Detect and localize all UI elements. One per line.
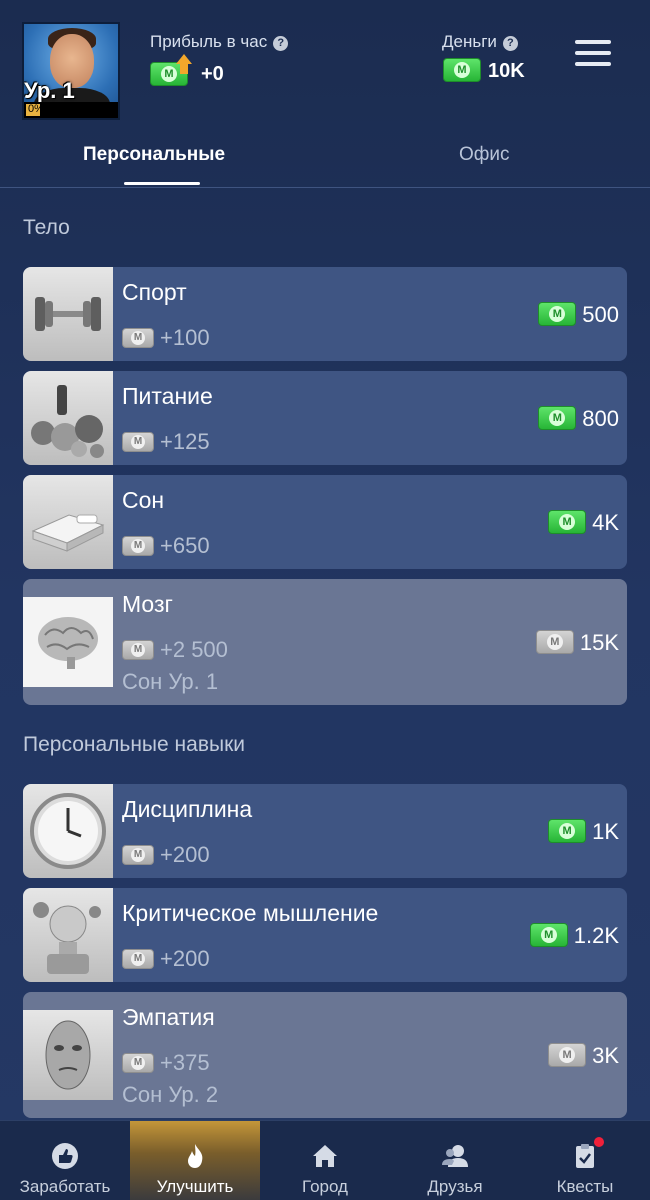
nav-label: Заработать xyxy=(19,1177,111,1196)
home-icon xyxy=(313,1145,337,1167)
header: Ур. 1 0% Прибыль в час? +0 Деньги? 10K xyxy=(0,0,650,130)
card-title: Сон xyxy=(122,487,165,513)
card-title: Мозг xyxy=(122,591,173,617)
card-price: 3K xyxy=(548,1043,619,1069)
card-title: Питание xyxy=(122,383,213,409)
tab-office[interactable]: Офис xyxy=(459,144,510,166)
clock-icon xyxy=(23,784,113,878)
profit-per-hour-label: Прибыль в час? xyxy=(150,32,289,52)
card-profit: +200 xyxy=(122,946,210,972)
bed-icon xyxy=(23,475,113,569)
nav-label: Город xyxy=(302,1177,348,1196)
card-title: Дисциплина xyxy=(122,796,253,822)
card-profit: +2 500 xyxy=(122,637,228,663)
upgrade-card-discipline[interactable]: Дисциплина +200 1K xyxy=(23,784,627,878)
upgrade-card-critical-thinking[interactable]: Критическое мышление +200 1.2K xyxy=(23,888,627,982)
section-title-body: Тело xyxy=(23,216,70,239)
nav-label: Друзья xyxy=(427,1177,483,1196)
card-price: 4K xyxy=(548,510,619,536)
card-price: 800 xyxy=(538,406,619,432)
tab-active-indicator xyxy=(124,182,200,185)
brain-icon xyxy=(23,597,113,687)
money-value: 10K xyxy=(488,60,525,82)
card-requirement: Сон Ур. 2 xyxy=(122,1082,219,1107)
card-profit: +375 xyxy=(122,1050,210,1076)
thinker-icon xyxy=(23,888,113,982)
nav-earn[interactable]: Заработать xyxy=(0,1121,130,1200)
upgrade-card-brain[interactable]: Мозг +2 500 Сон Ур. 1 15K xyxy=(23,579,627,705)
upgrade-card-empathy[interactable]: Эмпатия +375 Сон Ур. 2 3K xyxy=(23,992,627,1118)
nav-upgrade[interactable]: Улучшить xyxy=(130,1121,260,1200)
money-label: Деньги? xyxy=(442,32,518,52)
xp-progress-bar: 0% xyxy=(24,102,118,118)
tab-bar: Персональные Офис xyxy=(0,130,650,188)
mask-icon xyxy=(23,1010,113,1100)
thumbs-up-icon xyxy=(52,1143,78,1169)
money-icon xyxy=(443,58,481,82)
nav-friends[interactable]: Друзья xyxy=(390,1121,520,1200)
friends-icon xyxy=(442,1145,468,1167)
card-price: 1.2K xyxy=(529,923,619,949)
card-profit: +650 xyxy=(122,533,210,559)
upgrade-card-sleep[interactable]: Сон +650 4K xyxy=(23,475,627,569)
bottom-nav: Заработать Улучшить Город Друзья Квесты xyxy=(0,1120,650,1200)
fire-icon xyxy=(188,1144,203,1168)
profit-per-hour-value: +0 xyxy=(201,63,224,85)
nav-quests[interactable]: Квесты xyxy=(520,1121,650,1200)
section-title-skills: Персональные навыки xyxy=(23,733,245,756)
card-title: Критическое мышление xyxy=(122,900,379,926)
card-profit: +125 xyxy=(122,429,210,455)
card-requirement: Сон Ур. 1 xyxy=(122,669,219,694)
upgrade-card-nutrition[interactable]: Питание +125 800 xyxy=(23,371,627,465)
tab-personal[interactable]: Персональные xyxy=(83,144,225,166)
card-title: Спорт xyxy=(122,279,187,305)
upgrade-card-sport[interactable]: Спорт +100 500 xyxy=(23,267,627,361)
profit-money-icon xyxy=(150,54,194,88)
help-icon[interactable]: ? xyxy=(273,36,289,51)
card-profit: +200 xyxy=(122,842,210,868)
nav-label: Квесты xyxy=(556,1177,614,1196)
card-price: 15K xyxy=(535,630,619,656)
card-price: 1K xyxy=(548,819,619,845)
level-badge: Ур. 1 xyxy=(24,78,75,103)
dumbbell-icon xyxy=(23,267,113,361)
menu-icon[interactable] xyxy=(575,40,611,68)
notification-dot xyxy=(594,1137,604,1147)
nav-label: Улучшить xyxy=(156,1177,234,1196)
card-title: Эмпатия xyxy=(122,1004,215,1030)
help-icon[interactable]: ? xyxy=(502,36,518,51)
food-icon xyxy=(23,371,113,465)
card-profit: +100 xyxy=(122,325,210,351)
nav-city[interactable]: Город xyxy=(260,1121,390,1200)
avatar[interactable]: Ур. 1 0% xyxy=(22,22,120,120)
card-price: 500 xyxy=(538,302,619,328)
